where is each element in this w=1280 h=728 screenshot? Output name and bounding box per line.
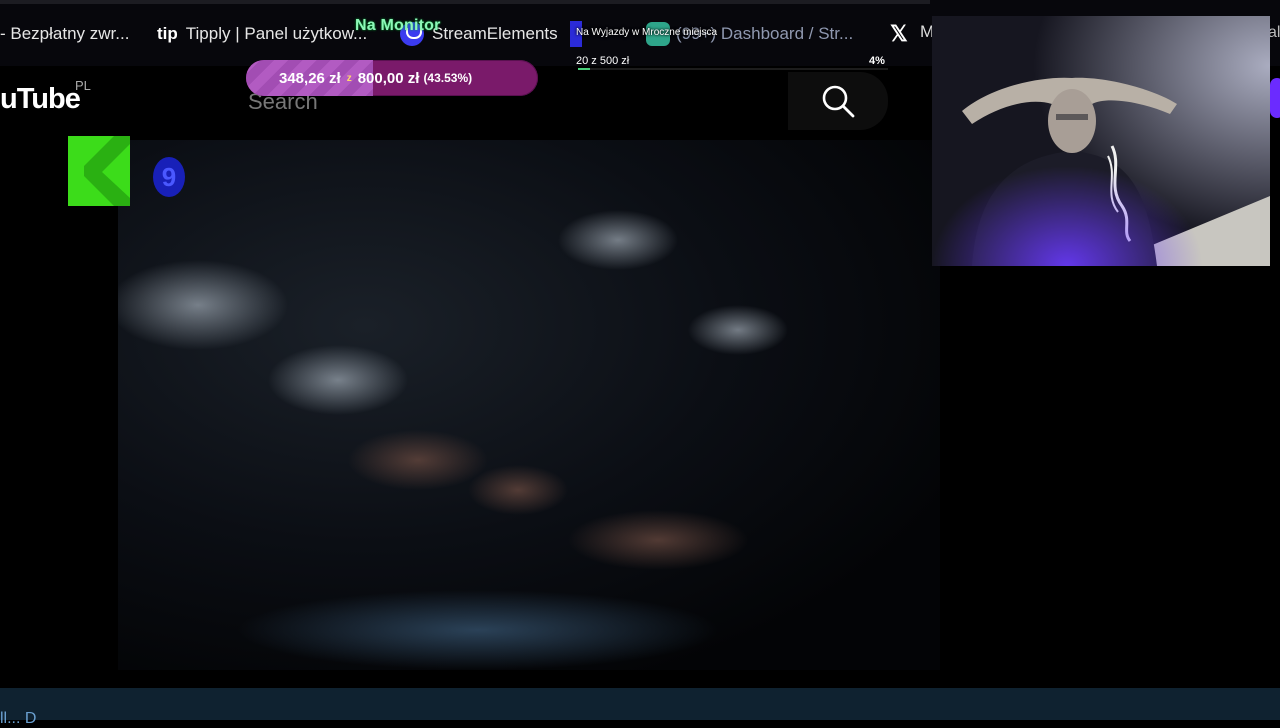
donation-target: 800,00 zł: [357, 69, 420, 87]
tab-label: StreamElements: [432, 24, 558, 43]
youtube-region: PL: [75, 78, 91, 93]
tipply-icon: tip: [157, 24, 178, 43]
search-button[interactable]: [788, 72, 888, 130]
svg-text:9: 9: [162, 162, 176, 192]
trip-goal-percent: 4%: [869, 55, 885, 67]
tab-strip-divider: [0, 0, 930, 4]
youtube-logo[interactable]: uTube: [0, 83, 81, 116]
k-logo-icon: [68, 136, 130, 206]
bottom-bar: [0, 688, 1280, 720]
trip-goal-count: 20 z 500 zł: [576, 55, 630, 67]
nine-logo-icon: 9: [153, 157, 185, 197]
search-icon: [822, 85, 855, 118]
donation-goal-text: 348,26 zł z 800,00 zł (43.53%): [246, 60, 538, 96]
trip-goal-progress-fill: [578, 68, 591, 70]
tab-tipply[interactable]: tip Tipply | Panel użytkow...: [157, 20, 367, 48]
tab-label: - Bezpłatny zwr...: [0, 24, 130, 43]
trip-goal-progress: [578, 68, 888, 70]
monitor-goal-label: Na Monitor: [355, 17, 441, 34]
donation-separator: z: [346, 72, 352, 84]
webcam-image: [932, 16, 1270, 266]
tab-bezplatny[interactable]: - Bezpłatny zwr...: [0, 20, 129, 48]
video-player[interactable]: [118, 140, 940, 670]
video-frame: [118, 210, 788, 670]
bottom-text: ll... D: [0, 710, 37, 727]
x-icon: 𝕏: [890, 21, 908, 46]
webcam-feed: [932, 16, 1270, 266]
trip-goal-label: Na Wyjazdy w Mroczne miejsca: [576, 27, 718, 38]
donation-current: 348,26 zł: [279, 69, 341, 87]
tab-label: Tipply | Panel użytkow...: [185, 24, 368, 43]
donation-percent: (43.53%): [423, 71, 473, 85]
donation-goal-bar: 348,26 zł z 800,00 zł (43.53%): [246, 60, 538, 96]
tab-x[interactable]: 𝕏: [890, 20, 908, 48]
side-indicator: [1270, 78, 1280, 118]
